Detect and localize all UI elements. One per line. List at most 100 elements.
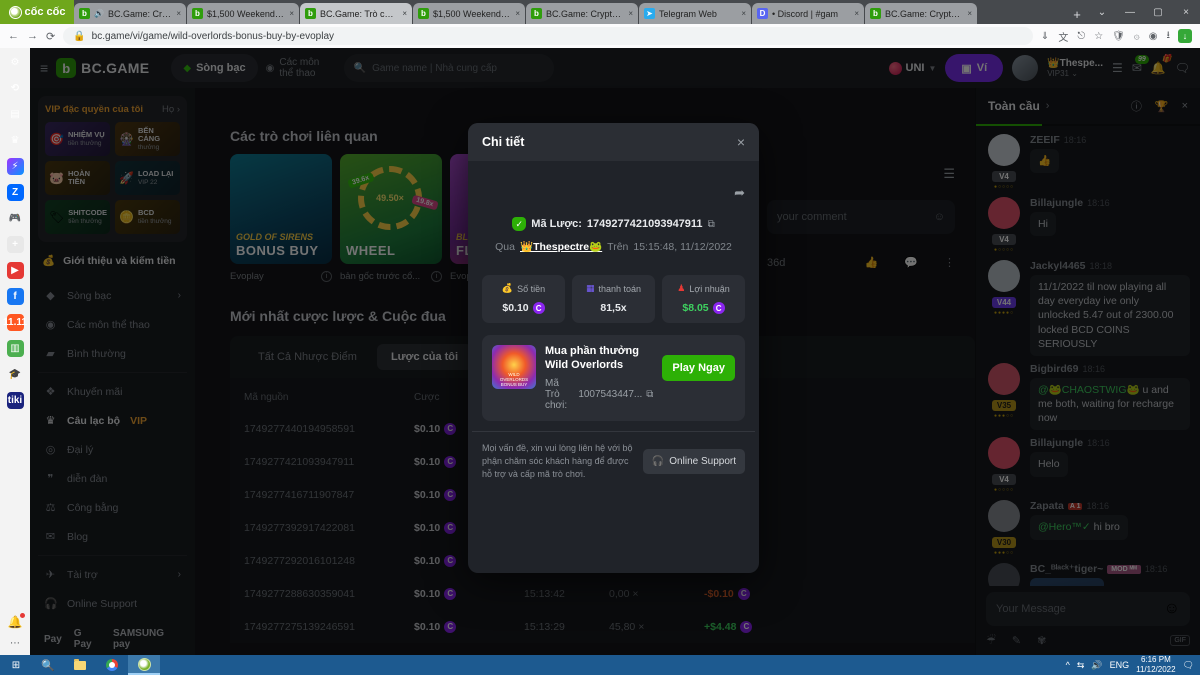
tab-close-icon[interactable]: × bbox=[402, 9, 407, 18]
browser-tab[interactable]: b $1,500 Weekend Evo × bbox=[187, 3, 299, 24]
bet-details-modal: Chi tiết × ➦ ✓ Mã Lược: 1749277421093947… bbox=[468, 123, 759, 573]
tab-title: $1,500 Weekend Evo bbox=[433, 9, 511, 19]
side-rail-icon[interactable]: ▤ bbox=[7, 106, 24, 123]
side-rail-icon[interactable]: Z bbox=[7, 184, 24, 201]
tab-title: Telegram Web bbox=[659, 9, 737, 19]
tab-favicon: b bbox=[870, 8, 881, 19]
copy-icon[interactable]: ⧉ bbox=[646, 389, 653, 400]
browser-tabstrip: cốc cốc b 🔊 BC.Game: Crypto × b $1,500 W… bbox=[0, 0, 1200, 24]
browser-tab[interactable]: ➤ Telegram Web × bbox=[639, 3, 751, 24]
game-thumbnail[interactable]: WILD OVERLORDS BONUS BUY bbox=[492, 345, 536, 389]
tab-audio-icon[interactable]: 🔊 bbox=[94, 9, 104, 18]
toolbar-icon[interactable]: ⭳ bbox=[1167, 28, 1171, 45]
tab-title: $1,500 Weekend Evo bbox=[207, 9, 285, 19]
side-rail-icon[interactable]: f bbox=[7, 288, 24, 305]
padlock-icon[interactable]: 🔒 bbox=[73, 31, 85, 42]
tab-title: BC.Game: Trò chơi s bbox=[320, 9, 398, 19]
tab-close-icon[interactable]: × bbox=[741, 9, 746, 18]
minimize-button[interactable]: — bbox=[1116, 7, 1144, 18]
toolbar-icon[interactable]: 文 bbox=[1058, 29, 1068, 44]
tab-title: • Discord | #gam bbox=[772, 9, 850, 19]
close-window-button[interactable]: × bbox=[1172, 7, 1200, 18]
maximize-button[interactable]: ▢ bbox=[1144, 7, 1172, 18]
bet-id-value: 1749277421093947911 bbox=[587, 218, 703, 230]
reload-button[interactable]: ⟳ bbox=[46, 30, 55, 43]
tab-title: BC.Game: Crypto Ca bbox=[885, 9, 963, 19]
tab-close-icon[interactable]: × bbox=[515, 9, 520, 18]
address-bar[interactable]: 🔒 bc.game/vi/game/wild-overlords-bonus-b… bbox=[63, 27, 1033, 45]
side-rail-icon[interactable]: ⟲ bbox=[7, 80, 24, 97]
toolbar-icon[interactable]: ⇓ bbox=[1041, 31, 1049, 42]
verified-shield-icon: ✓ bbox=[512, 217, 526, 231]
language-indicator[interactable]: ENG bbox=[1110, 660, 1130, 670]
extension-icons: ⇓ 文 ⎋ ☆ 🛡 ۞ ◉ ⭳ bbox=[1041, 28, 1170, 45]
toolbar-icon[interactable]: ☆ bbox=[1094, 31, 1103, 42]
coccoc-brand-button[interactable]: cốc cốc bbox=[0, 0, 74, 24]
headphones-icon: 🎧 bbox=[652, 456, 664, 467]
side-rail-icon[interactable]: 🎮 bbox=[7, 210, 24, 227]
game-code: 1007543447... bbox=[578, 389, 642, 400]
play-now-button[interactable]: Play Ngay bbox=[662, 355, 735, 381]
side-rail-icon[interactable]: 🎓 bbox=[7, 366, 24, 383]
clock[interactable]: 6:16 PM 11/12/2022 bbox=[1136, 655, 1175, 674]
idm-download-icon[interactable]: ↓ bbox=[1178, 29, 1192, 43]
copy-icon[interactable]: ⧉ bbox=[708, 219, 715, 230]
taskbar-search-icon[interactable]: 🔍 bbox=[32, 655, 64, 675]
player-name[interactable]: 👑Thespectre🐸 bbox=[520, 240, 602, 253]
browser-tab[interactable]: b 🔊 BC.Game: Crypto × bbox=[74, 3, 186, 24]
forward-button[interactable]: → bbox=[27, 30, 38, 42]
notifications-bell-icon[interactable]: 🔔 bbox=[8, 615, 23, 629]
tab-search-icon[interactable]: ⌄ bbox=[1088, 7, 1116, 18]
tray-chevron-icon[interactable]: ^ bbox=[1066, 660, 1070, 670]
file-explorer-icon[interactable] bbox=[64, 655, 96, 675]
action-center-icon[interactable]: 🗨 bbox=[1183, 660, 1194, 671]
chrome-icon[interactable] bbox=[96, 655, 128, 675]
browser-tab[interactable]: D • Discord | #gam × bbox=[752, 3, 864, 24]
network-icon[interactable]: ⇆ bbox=[1077, 660, 1085, 671]
tab-favicon: b bbox=[305, 8, 316, 19]
screen: cốc cốc b 🔊 BC.Game: Crypto × b $1,500 W… bbox=[0, 0, 1200, 675]
tab-close-icon[interactable]: × bbox=[289, 9, 294, 18]
start-button[interactable]: ⊞ bbox=[0, 655, 32, 675]
side-rail-icon[interactable]: ⚡ bbox=[7, 158, 24, 175]
side-rail-icon[interactable]: 11.11 bbox=[7, 314, 24, 331]
game-title: Mua phần thưởng Wild Overlords bbox=[545, 345, 653, 373]
modal-close-icon[interactable]: × bbox=[737, 134, 745, 150]
side-rail-icon[interactable]: ▶ bbox=[7, 262, 24, 279]
online-support-button[interactable]: 🎧 Online Support bbox=[643, 449, 745, 474]
tab-close-icon[interactable]: × bbox=[628, 9, 633, 18]
coin-icon: C bbox=[713, 302, 725, 314]
windows-taskbar: ⊞ 🔍 ^ ⇆ 🔊 ENG 6:16 PM 11/12/2022 🗨 bbox=[0, 655, 1200, 675]
toolbar-icon[interactable]: 🛡 bbox=[1112, 31, 1125, 42]
tab-close-icon[interactable]: × bbox=[967, 9, 972, 18]
stat-icon: 💰 bbox=[502, 283, 513, 294]
game-info-card: WILD OVERLORDS BONUS BUY Mua phần thưởng… bbox=[482, 335, 745, 421]
tab-title: BC.Game: Crypto Ca bbox=[546, 9, 624, 19]
browser-tab[interactable]: b BC.Game: Trò chơi s × bbox=[300, 3, 412, 24]
tab-favicon: b bbox=[531, 8, 542, 19]
bet-datetime: 15:15:48, 11/12/2022 bbox=[633, 241, 731, 253]
tab-close-icon[interactable]: × bbox=[854, 9, 859, 18]
coccoc-side-rail: ⚙ ⟲ ▤ ♛ ⚡ Z 🎮 + ▶ f 11.11 ▥ 🎓 tiki 🔔 ⋯ bbox=[0, 48, 30, 655]
browser-tab[interactable]: b BC.Game: Crypto Ca × bbox=[865, 3, 977, 24]
browser-tab[interactable]: b BC.Game: Crypto Ca × bbox=[526, 3, 638, 24]
side-rail-icon[interactable]: ⚙ bbox=[7, 54, 24, 71]
tab-close-icon[interactable]: × bbox=[176, 9, 181, 18]
volume-icon[interactable]: 🔊 bbox=[1091, 660, 1102, 671]
browser-tabs: b 🔊 BC.Game: Crypto × b $1,500 Weekend E… bbox=[74, 0, 1066, 24]
toolbar-icon[interactable]: ◉ bbox=[1149, 31, 1158, 42]
coccoc-brand-label: cốc cốc bbox=[25, 6, 66, 18]
side-rail-icon[interactable]: + bbox=[7, 236, 24, 253]
toolbar-icon[interactable]: ۞ bbox=[1134, 31, 1140, 42]
side-rail-icon[interactable]: ♛ bbox=[7, 132, 24, 149]
share-icon[interactable]: ➦ bbox=[734, 185, 745, 200]
more-icon[interactable]: ⋯ bbox=[10, 638, 20, 649]
toolbar-icon[interactable]: ⎋ bbox=[1077, 31, 1085, 42]
coccoc-taskbar-icon[interactable] bbox=[128, 655, 160, 675]
back-button[interactable]: ← bbox=[8, 30, 19, 42]
side-rail-icon[interactable]: ▥ bbox=[7, 340, 24, 357]
window-controls: ⌄ — ▢ × bbox=[1088, 0, 1200, 24]
browser-tab[interactable]: b $1,500 Weekend Evo × bbox=[413, 3, 525, 24]
side-rail-icon[interactable]: tiki bbox=[7, 392, 24, 409]
new-tab-button[interactable]: + bbox=[1066, 4, 1088, 24]
